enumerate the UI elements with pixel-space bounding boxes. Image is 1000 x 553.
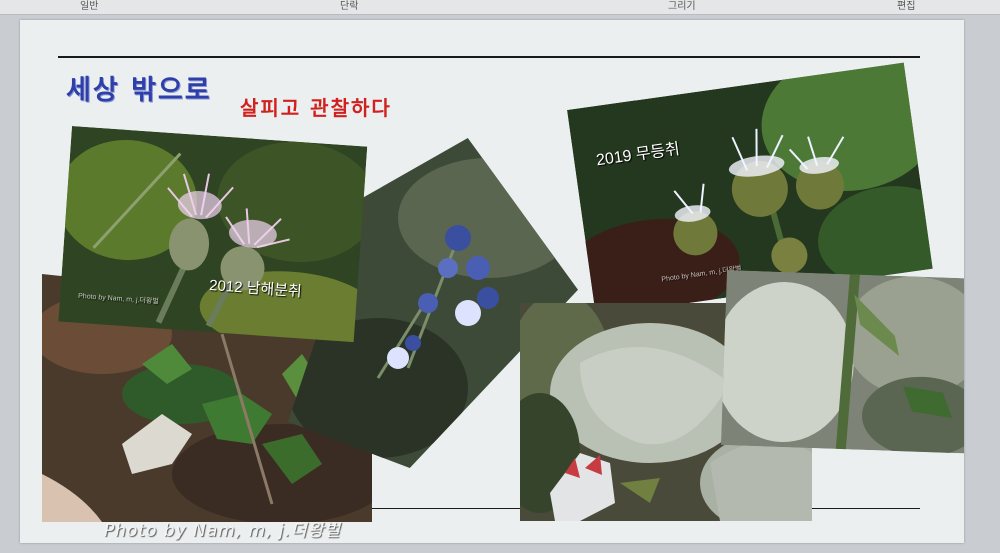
app-ribbon-strip: 일반 단락 그리기 편집 xyxy=(0,0,1000,15)
photo-namhae-bunchwi[interactable]: 2012 남해분취 Photo by Nam, m, j.더왕벌 xyxy=(58,126,368,343)
ribbon-tab[interactable]: 단락 xyxy=(340,0,358,12)
photo-stem[interactable] xyxy=(720,270,964,454)
ribbon-tab[interactable]: 편집 xyxy=(897,0,915,12)
slide-subtitle: 살피고 관찰하다 xyxy=(240,96,392,120)
top-divider-line xyxy=(58,56,920,58)
slide-title: 세상 밖으로 xyxy=(66,75,212,106)
presentation-slide[interactable]: 2012 남해분취 Photo by Nam, m, j.더왕벌 2019 무등… xyxy=(20,20,964,543)
ribbon-tab[interactable]: 일반 xyxy=(80,0,98,12)
footer-photo-credit: Photo by Nam, m, j.더왕벌 xyxy=(104,521,342,541)
ribbon-tab[interactable]: 그리기 xyxy=(668,0,696,12)
